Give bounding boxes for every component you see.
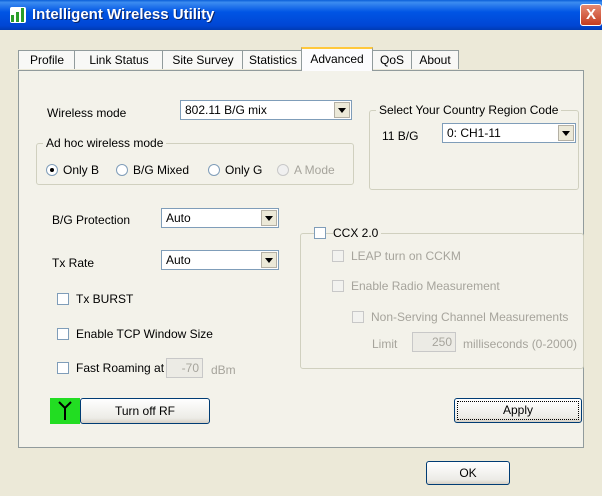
country-region-select[interactable]: 0: CH1-11 <box>442 123 576 143</box>
tx-burst-checkbox[interactable] <box>57 293 69 305</box>
title-bar: Intelligent Wireless Utility X <box>0 0 602 30</box>
tcp-window-checkbox[interactable] <box>57 328 69 340</box>
leap-cckm-checkbox <box>332 250 344 262</box>
antenna-icon <box>50 398 80 424</box>
country-band-label: 11 B/G <box>382 129 419 143</box>
apply-button[interactable]: Apply <box>454 398 582 423</box>
fast-roaming-checkbox[interactable] <box>57 362 69 374</box>
ok-button[interactable]: OK <box>426 461 510 485</box>
non-serving-checkbox <box>352 311 364 323</box>
fast-roaming-label: Fast Roaming at <box>76 361 165 375</box>
window-title: Intelligent Wireless Utility <box>32 6 215 23</box>
chevron-down-icon[interactable] <box>261 252 277 268</box>
radio-only-g[interactable] <box>208 164 220 176</box>
tab-link-status[interactable]: Link Status <box>74 50 164 69</box>
leap-cckm-label: LEAP turn on CCKM <box>351 249 461 263</box>
adhoc-mode-legend: Ad hoc wireless mode <box>43 136 167 150</box>
fast-roaming-unit: dBm <box>211 363 236 377</box>
radio-bg-mixed-label: B/G Mixed <box>133 163 190 177</box>
limit-label: Limit <box>372 337 398 351</box>
tx-rate-label: Tx Rate <box>52 256 95 270</box>
tab-profile[interactable]: Profile <box>18 50 76 69</box>
tab-statistics[interactable]: Statistics <box>242 50 304 69</box>
tab-site-survey[interactable]: Site Survey <box>162 50 244 69</box>
ccx-checkbox[interactable] <box>314 227 326 239</box>
wireless-app-icon <box>10 7 26 23</box>
country-region-group: Select Your Country Region Code <box>369 103 579 190</box>
tcp-window-label: Enable TCP Window Size <box>76 327 213 341</box>
tx-rate-select[interactable]: Auto <box>161 250 279 270</box>
tab-about[interactable]: About <box>411 50 459 69</box>
chevron-down-icon[interactable] <box>558 125 574 141</box>
country-region-legend: Select Your Country Region Code <box>376 103 562 117</box>
limit-unit: milliseconds (0-2000) <box>463 337 578 351</box>
chevron-down-icon[interactable] <box>261 210 277 226</box>
wireless-mode-select[interactable]: 802.11 B/G mix <box>180 100 352 120</box>
radio-only-b-label: Only B <box>63 163 100 177</box>
radio-only-b[interactable] <box>46 164 58 176</box>
radio-measurement-checkbox <box>332 280 344 292</box>
bg-protection-value: Auto <box>166 211 191 225</box>
non-serving-label: Non-Serving Channel Measurements <box>371 310 569 324</box>
radio-a-mode-label: A Mode <box>294 163 335 177</box>
radio-only-g-label: Only G <box>225 163 263 177</box>
country-region-value: 0: CH1-11 <box>447 126 501 140</box>
radio-bg-mixed[interactable] <box>116 164 128 176</box>
wireless-mode-label: Wireless mode <box>47 106 127 120</box>
chevron-down-icon[interactable] <box>334 102 350 118</box>
ccx-label: CCX 2.0 <box>333 226 382 240</box>
close-button[interactable]: X <box>580 4 602 26</box>
wireless-mode-value: 802.11 B/G mix <box>185 103 267 117</box>
tx-burst-label: Tx BURST <box>76 292 134 306</box>
tab-qos[interactable]: QoS <box>371 50 413 69</box>
fast-roaming-input: -70 <box>166 358 203 378</box>
limit-input: 250 <box>412 332 456 352</box>
radio-measurement-label: Enable Radio Measurement <box>351 279 500 293</box>
tab-advanced[interactable]: Advanced <box>301 47 373 71</box>
radio-a-mode <box>277 164 289 176</box>
turn-off-rf-button[interactable]: Turn off RF <box>80 398 210 424</box>
bg-protection-select[interactable]: Auto <box>161 208 279 228</box>
tx-rate-value: Auto <box>166 253 191 267</box>
bg-protection-label: B/G Protection <box>52 213 131 227</box>
